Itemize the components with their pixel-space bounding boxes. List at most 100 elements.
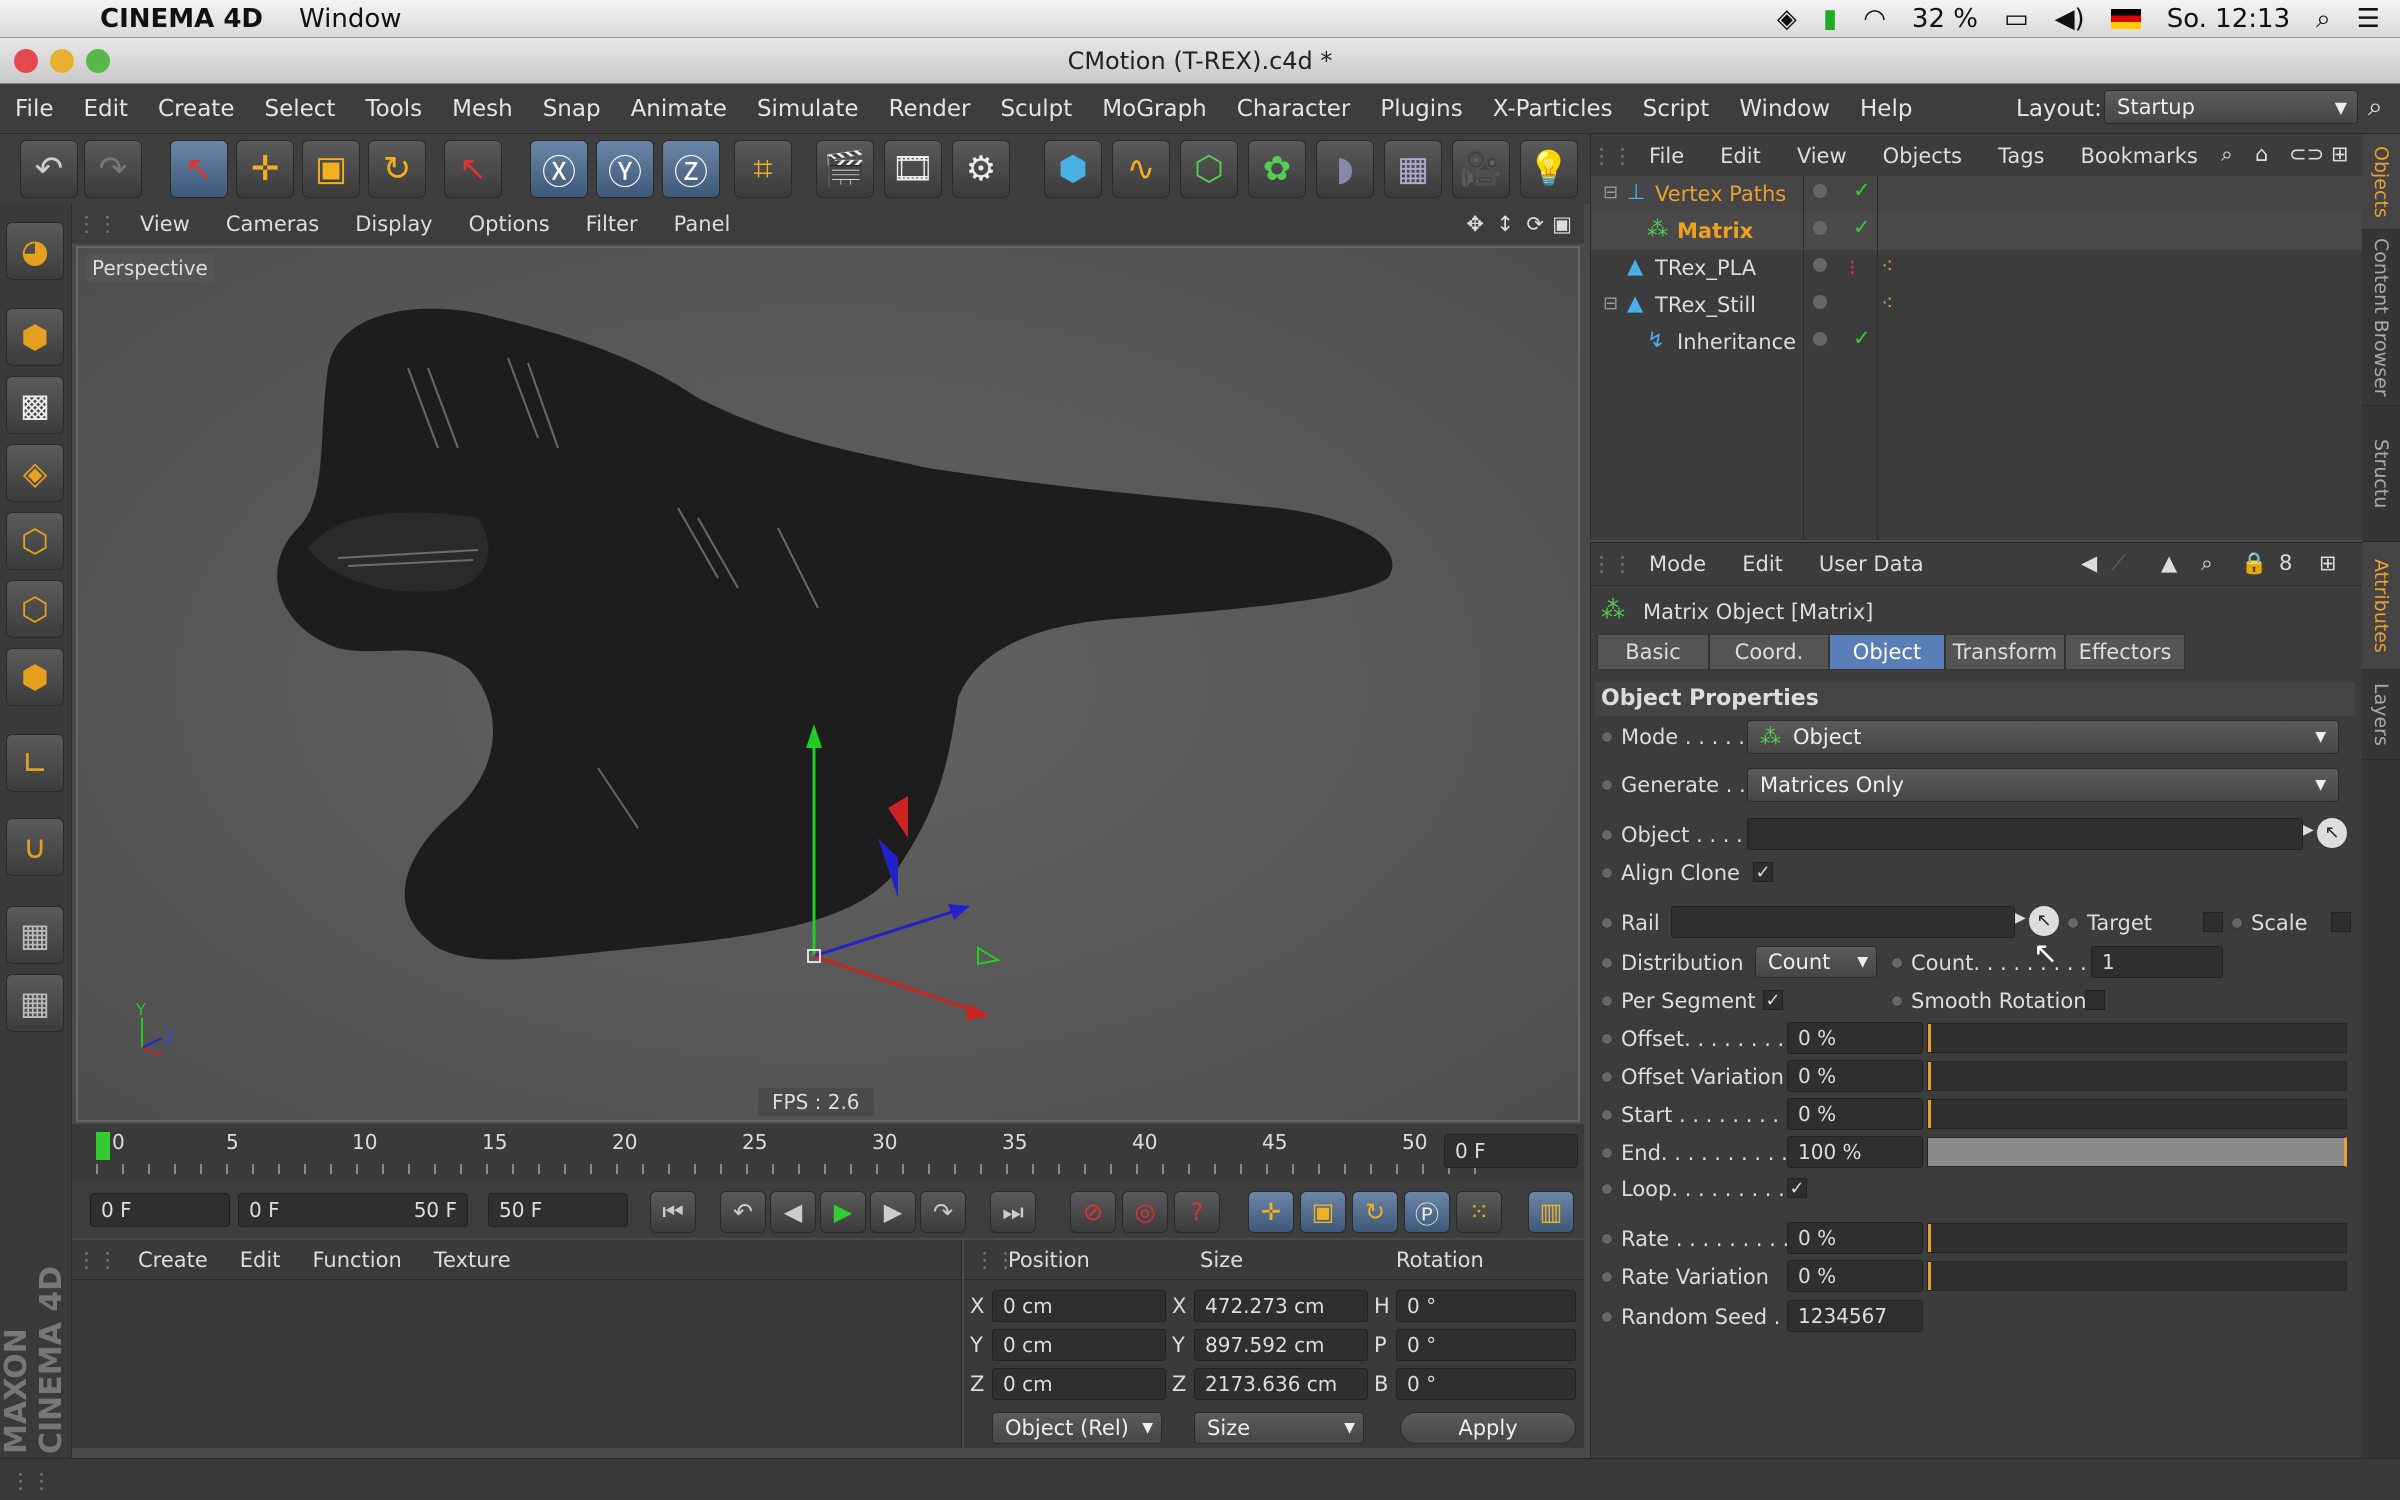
trex-model[interactable] xyxy=(78,248,1578,1120)
collapse-icon[interactable]: ⊟ xyxy=(1603,293,1618,314)
attribute-menu-item[interactable]: Edit xyxy=(1724,552,1801,576)
record-icon[interactable]: ⊘ xyxy=(1070,1191,1116,1233)
zoom-window-button[interactable] xyxy=(86,49,110,73)
make-editable-icon[interactable]: ◕ xyxy=(6,222,64,280)
previous-key-icon[interactable]: ↶ xyxy=(720,1191,766,1233)
tab-transform[interactable]: Transform xyxy=(1945,634,2065,670)
recent-tool-icon[interactable]: ↖ xyxy=(444,140,502,198)
search-icon[interactable]: ⌕ xyxy=(2221,142,2233,167)
viewport-menu-item[interactable]: View xyxy=(122,212,208,236)
position-z-field[interactable]: 0 cm xyxy=(992,1368,1166,1400)
animate-dot[interactable] xyxy=(1601,1311,1613,1323)
side-tab-layers[interactable]: Layers xyxy=(2362,670,2400,760)
animate-dot[interactable] xyxy=(1601,1109,1613,1121)
align-clone-checkbox[interactable]: ✓ xyxy=(1753,862,1773,883)
cloner-icon[interactable]: ✿ xyxy=(1248,140,1306,198)
go-to-start-icon[interactable]: ⏮ xyxy=(650,1191,696,1233)
viewport-menu-item[interactable]: Options xyxy=(451,212,568,236)
object-menu-item[interactable]: Tags xyxy=(1980,144,2063,168)
object-menu-item[interactable]: Edit xyxy=(1702,144,1779,168)
x-axis-lock-icon[interactable]: Ⓧ xyxy=(530,140,588,198)
rotate-view-icon[interactable]: ⟳ xyxy=(1526,212,1544,236)
pin-icon[interactable]: 8 xyxy=(2279,551,2292,575)
dropbox-icon[interactable]: ◈ xyxy=(1777,4,1797,34)
home-icon[interactable]: ⌂ xyxy=(2255,142,2268,166)
macos-app-name[interactable]: CINEMA 4D xyxy=(100,4,263,34)
viewport-menu-item[interactable]: Cameras xyxy=(208,212,337,236)
viewport-menu-item[interactable]: Panel xyxy=(656,212,749,236)
end-frame-field[interactable]: 50 F xyxy=(488,1193,628,1227)
menu-item[interactable]: Create xyxy=(143,96,249,122)
offset-variation-field[interactable]: 0 % xyxy=(1787,1060,1923,1092)
next-frame-icon[interactable]: ▶ xyxy=(870,1191,916,1233)
back-arrow-icon[interactable]: ◀ xyxy=(2081,551,2097,575)
count-field[interactable]: 1 xyxy=(2091,946,2223,978)
object-menu-item[interactable]: View xyxy=(1779,144,1865,168)
side-tab-content-browser[interactable]: Content Browser xyxy=(2362,230,2400,406)
object-row[interactable]: ⁂ Matrix ✓ xyxy=(1591,213,2363,250)
playhead[interactable] xyxy=(96,1132,110,1160)
animate-dot[interactable] xyxy=(1601,867,1613,879)
material-menu-item[interactable]: Texture xyxy=(418,1248,527,1272)
camera-icon[interactable]: 🎥 xyxy=(1452,140,1510,198)
object-name[interactable]: Vertex Paths xyxy=(1655,182,1786,206)
link-icon[interactable]: ⊂⊃ xyxy=(2289,142,2324,166)
position-y-field[interactable]: 0 cm xyxy=(992,1329,1166,1361)
volume-icon[interactable]: ◀) xyxy=(2055,4,2085,34)
object-row[interactable]: ⊟ ⊥ Vertex Paths ✓ xyxy=(1591,176,2363,213)
disabled-icon[interactable]: ⁝ xyxy=(1849,256,1856,280)
rail-link-field[interactable] xyxy=(1671,906,2015,938)
y-axis-lock-icon[interactable]: Ⓨ xyxy=(596,140,654,198)
size-x-field[interactable]: 472.273 cm xyxy=(1194,1290,1368,1322)
offset-slider[interactable] xyxy=(1927,1023,2347,1053)
material-menu-item[interactable]: Create xyxy=(122,1248,224,1272)
menu-item[interactable]: Sculpt xyxy=(985,96,1087,122)
mode-select[interactable]: ⁂ Object ▼ xyxy=(1747,720,2339,754)
menu-item[interactable]: Tools xyxy=(350,96,437,122)
menu-item[interactable]: Help xyxy=(1845,96,1927,122)
attribute-menu-item[interactable]: User Data xyxy=(1801,552,1942,576)
record-pla-icon[interactable]: ⁙ xyxy=(1456,1191,1502,1233)
per-segment-checkbox[interactable]: ✓ xyxy=(1763,990,1783,1011)
floor-icon[interactable]: ▦ xyxy=(1384,140,1442,198)
apply-button[interactable]: Apply xyxy=(1400,1412,1576,1444)
play-icon[interactable]: ▶ xyxy=(820,1191,866,1233)
enabled-check-icon[interactable]: ✓ xyxy=(1853,215,1871,239)
flag-icon[interactable] xyxy=(2110,9,2141,29)
coordinate-system-icon[interactable]: ⌗ xyxy=(734,140,792,198)
start-frame-field[interactable]: 0 F xyxy=(90,1193,230,1227)
search-icon[interactable]: ⌕ xyxy=(2201,551,2213,576)
timeline-layout-icon[interactable]: ▥ xyxy=(1528,1191,1574,1233)
object-name[interactable]: Matrix xyxy=(1677,219,1753,243)
record-rotation-icon[interactable]: ↻ xyxy=(1352,1191,1398,1233)
animate-dot[interactable] xyxy=(1601,1183,1613,1195)
render-picture-viewer-icon[interactable]: 🎞 xyxy=(884,140,942,198)
animate-dot[interactable] xyxy=(2231,917,2243,929)
object-name[interactable]: TRex_PLA xyxy=(1655,256,1756,280)
menu-item[interactable]: File xyxy=(0,96,69,122)
notification-list-icon[interactable]: ☰ xyxy=(2357,4,2380,34)
light-icon[interactable]: 💡 xyxy=(1520,140,1578,198)
attribute-menu-item[interactable]: Mode xyxy=(1631,552,1724,576)
size-mode-select[interactable]: Size ▼ xyxy=(1194,1412,1364,1444)
object-name[interactable]: TRex_Still xyxy=(1655,293,1756,317)
pla-tag-icon[interactable]: ⁖ xyxy=(1881,254,1893,278)
points-mode-icon[interactable]: ⬡ xyxy=(6,512,64,570)
viewport-menu-item[interactable]: Display xyxy=(337,212,450,236)
chevron-right-icon[interactable]: ▶ xyxy=(2303,822,2314,838)
material-menu-item[interactable]: Function xyxy=(296,1248,417,1272)
new-panel-icon[interactable]: ⊞ xyxy=(2331,142,2349,166)
menu-item[interactable]: Animate xyxy=(616,96,742,122)
object-menu-item[interactable]: Bookmarks xyxy=(2063,144,2216,168)
clock[interactable]: So. 12:13 xyxy=(2167,4,2290,34)
animate-dot[interactable] xyxy=(1601,1071,1613,1083)
viewport-menu-item[interactable]: Filter xyxy=(568,212,656,236)
model-mode-icon[interactable]: ⬢ xyxy=(6,308,64,366)
menu-item[interactable]: Character xyxy=(1222,96,1366,122)
close-window-button[interactable] xyxy=(14,49,38,73)
menu-item[interactable]: Window xyxy=(1724,96,1845,122)
edges-mode-icon[interactable]: ⬡ xyxy=(6,580,64,638)
rotation-h-field[interactable]: 0 ° xyxy=(1396,1290,1576,1322)
animate-dot[interactable] xyxy=(2067,917,2079,929)
animate-dot[interactable] xyxy=(1601,731,1613,743)
